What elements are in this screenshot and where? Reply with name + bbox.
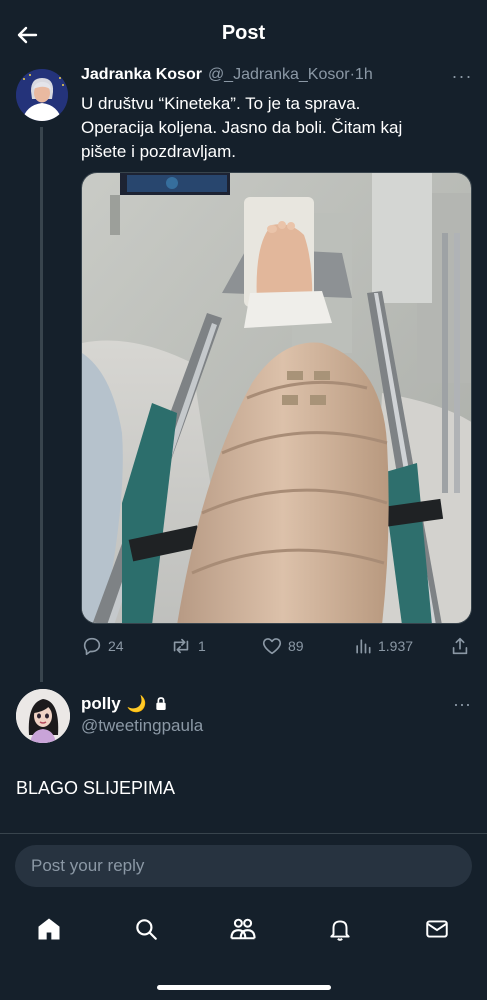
reply-icon [83,637,101,656]
avatar[interactable] [16,69,68,121]
author-handle[interactable]: @_Jadranka_Kosor [208,66,350,84]
tweet-text-line: U društvu “Kineteka”. To je ta sprava. [81,94,361,113]
thread-connector-line [40,127,43,682]
tweet-text: U društvu “Kineteka”. To je ta sprava. O… [81,92,471,164]
reply-text: BLAGO SLIJEPIMA [16,778,176,798]
tweet-text-line: pišete i pozdravljam. [81,142,236,161]
communities-icon [230,918,256,940]
top-bar: Post [0,0,487,68]
more-options-button[interactable]: ··· [448,66,476,88]
share-button[interactable] [449,632,476,660]
reply-count: 24 [108,638,124,654]
like-count: 89 [288,638,304,654]
knee-machine-photo [82,173,471,623]
views-count: 1.937 [378,638,414,654]
repost-button[interactable]: 1 [169,632,206,660]
search-icon [136,919,157,940]
home-icon [38,918,60,940]
home-indicator[interactable] [157,985,331,990]
tweet-photo[interactable] [81,172,472,624]
views-button[interactable]: 1.937 [353,632,413,660]
lock-icon [155,697,166,710]
nav-messages[interactable] [422,914,452,944]
page-title: Post [221,22,266,44]
envelope-icon [426,920,448,938]
reply-more-options-button[interactable]: ··· [448,694,476,716]
author-name[interactable]: Jadranka Kosor [81,66,202,84]
nav-home[interactable] [34,914,64,944]
heart-icon [262,638,282,655]
profile-photo [16,69,68,121]
repost-icon [173,638,189,654]
nav-notifications[interactable] [325,914,355,944]
reply-input[interactable]: Post your reply [15,845,472,887]
like-button[interactable]: 89 [261,632,304,660]
tweet-header: Jadranka Kosor @_Jadranka_Kosor · 1h [81,66,373,88]
bell-icon [330,920,350,941]
reply-author-row: polly 🌙 [81,692,169,716]
reply-button[interactable]: 24 [81,632,124,660]
nav-communities[interactable] [228,914,258,944]
share-icon [452,637,468,655]
composer-divider [0,833,487,834]
tweet-actions: 24 1 89 1.937 [81,632,473,660]
bottom-nav [0,900,487,960]
reply-author-handle[interactable]: @tweetingpaula [81,716,203,736]
reply-author-name[interactable]: polly [81,694,121,714]
reply-avatar[interactable] [16,689,70,743]
moon-emoji: 🌙 [126,696,147,713]
repost-count: 1 [198,638,206,654]
views-chart-icon [356,639,371,654]
cartoon-avatar [16,689,70,743]
nav-search[interactable] [131,914,161,944]
post-time[interactable]: 1h [355,66,373,84]
tweet-text-line: Operacija koljena. Jasno da boli. Čitam … [81,118,403,137]
